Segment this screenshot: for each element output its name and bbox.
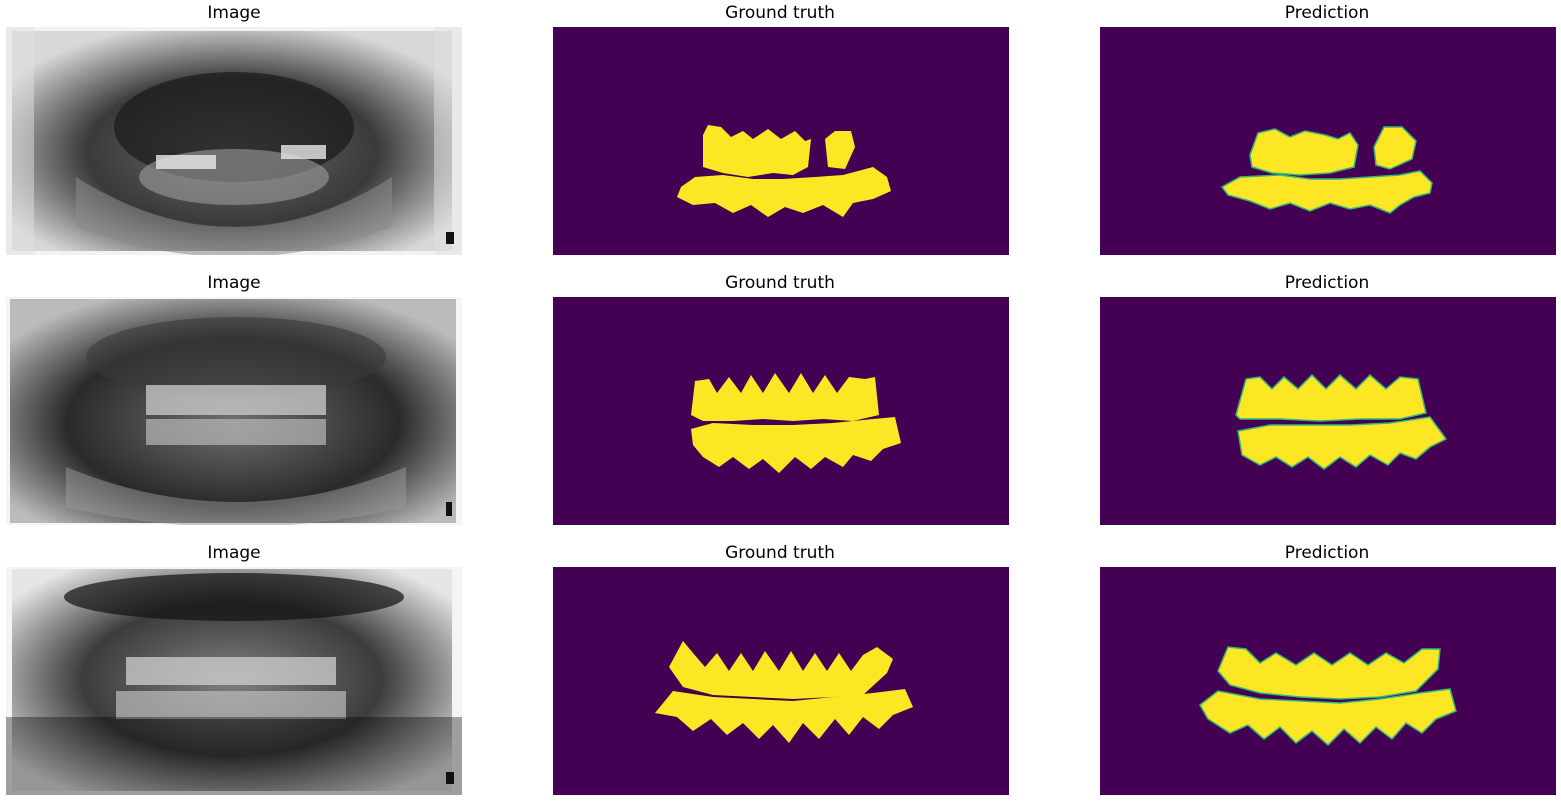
row2-prediction-mask bbox=[1100, 297, 1556, 525]
row3-ground-truth-mask bbox=[553, 567, 1009, 795]
row3-xray-image bbox=[6, 567, 462, 795]
row2-ground-truth-title: Ground truth bbox=[725, 273, 835, 293]
figure-grid: { "rows": [ { "image_title": "Image", "g… bbox=[0, 0, 1561, 801]
row1-ground-truth-mask bbox=[553, 27, 1009, 255]
row3-image-title: Image bbox=[207, 543, 261, 563]
row3-prediction-mask bbox=[1100, 567, 1556, 795]
row2-image-title: Image bbox=[207, 273, 261, 293]
row1-prediction-mask bbox=[1100, 27, 1556, 255]
row2-xray-image bbox=[6, 297, 462, 525]
row1-image-title: Image bbox=[207, 3, 261, 23]
row2-prediction-title: Prediction bbox=[1284, 273, 1370, 293]
row1-xray-image bbox=[6, 27, 462, 255]
row2-ground-truth-mask bbox=[553, 297, 1009, 525]
row1-prediction-title: Prediction bbox=[1284, 3, 1370, 23]
row3-ground-truth-title: Ground truth bbox=[725, 543, 835, 563]
row1-ground-truth-title: Ground truth bbox=[725, 3, 835, 23]
row3-prediction-title: Prediction bbox=[1284, 543, 1370, 563]
